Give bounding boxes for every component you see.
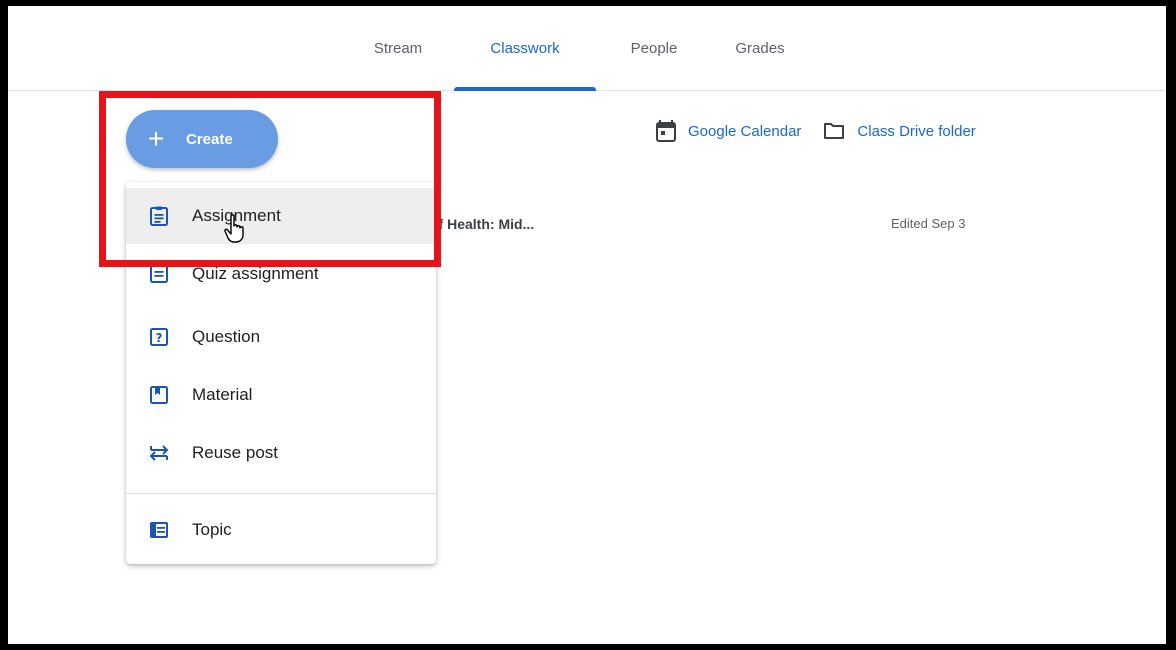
- classwork-item-edited: Edited Sep 3: [891, 216, 966, 231]
- menu-item-reuse-post[interactable]: Reuse post: [126, 425, 436, 481]
- red-highlight-box: [99, 91, 441, 267]
- topic-icon: [126, 522, 192, 538]
- folder-icon: [824, 123, 845, 139]
- menu-item-topic[interactable]: Topic: [126, 502, 436, 558]
- question-icon: ?: [126, 328, 192, 346]
- class-drive-folder-link[interactable]: Class Drive folder: [823, 122, 976, 140]
- menu-item-label: Reuse post: [192, 443, 278, 462]
- menu-item-label: Question: [192, 327, 261, 346]
- calendar-icon: [656, 120, 676, 142]
- tab-people[interactable]: People: [612, 6, 696, 90]
- top-navigation: Stream Classwork People Grades: [8, 6, 1166, 91]
- menu-item-question[interactable]: ? Question: [126, 309, 436, 365]
- svg-text:?: ?: [156, 331, 163, 345]
- tab-grades-label: Grades: [735, 39, 785, 57]
- tab-people-label: People: [630, 39, 678, 57]
- tab-classwork[interactable]: Classwork: [454, 6, 596, 91]
- material-icon: [126, 386, 192, 404]
- quiz-icon: [126, 265, 192, 283]
- tab-grades[interactable]: Grades: [720, 6, 800, 90]
- reuse-icon: [126, 443, 192, 463]
- menu-item-material[interactable]: Material: [126, 367, 436, 423]
- classroom-frame: Stream Classwork People Grades Google Ca…: [8, 6, 1166, 644]
- tab-stream[interactable]: Stream: [360, 6, 436, 90]
- classwork-item-title[interactable]: of Health: Mid...: [430, 216, 534, 232]
- tab-stream-label: Stream: [373, 39, 423, 57]
- classwork-links: Google Calendar Class Drive folder: [656, 120, 976, 142]
- tab-classwork-label: Classwork: [490, 39, 560, 57]
- menu-item-label: Quiz assignment: [192, 264, 319, 283]
- class-drive-folder-label: Class Drive folder: [857, 122, 976, 140]
- google-calendar-link[interactable]: Google Calendar: [656, 120, 801, 142]
- menu-item-label: Material: [192, 385, 253, 404]
- google-calendar-label: Google Calendar: [688, 122, 802, 140]
- active-tab-indicator: [454, 87, 596, 91]
- menu-divider: [126, 493, 436, 494]
- menu-item-label: Topic: [192, 520, 232, 539]
